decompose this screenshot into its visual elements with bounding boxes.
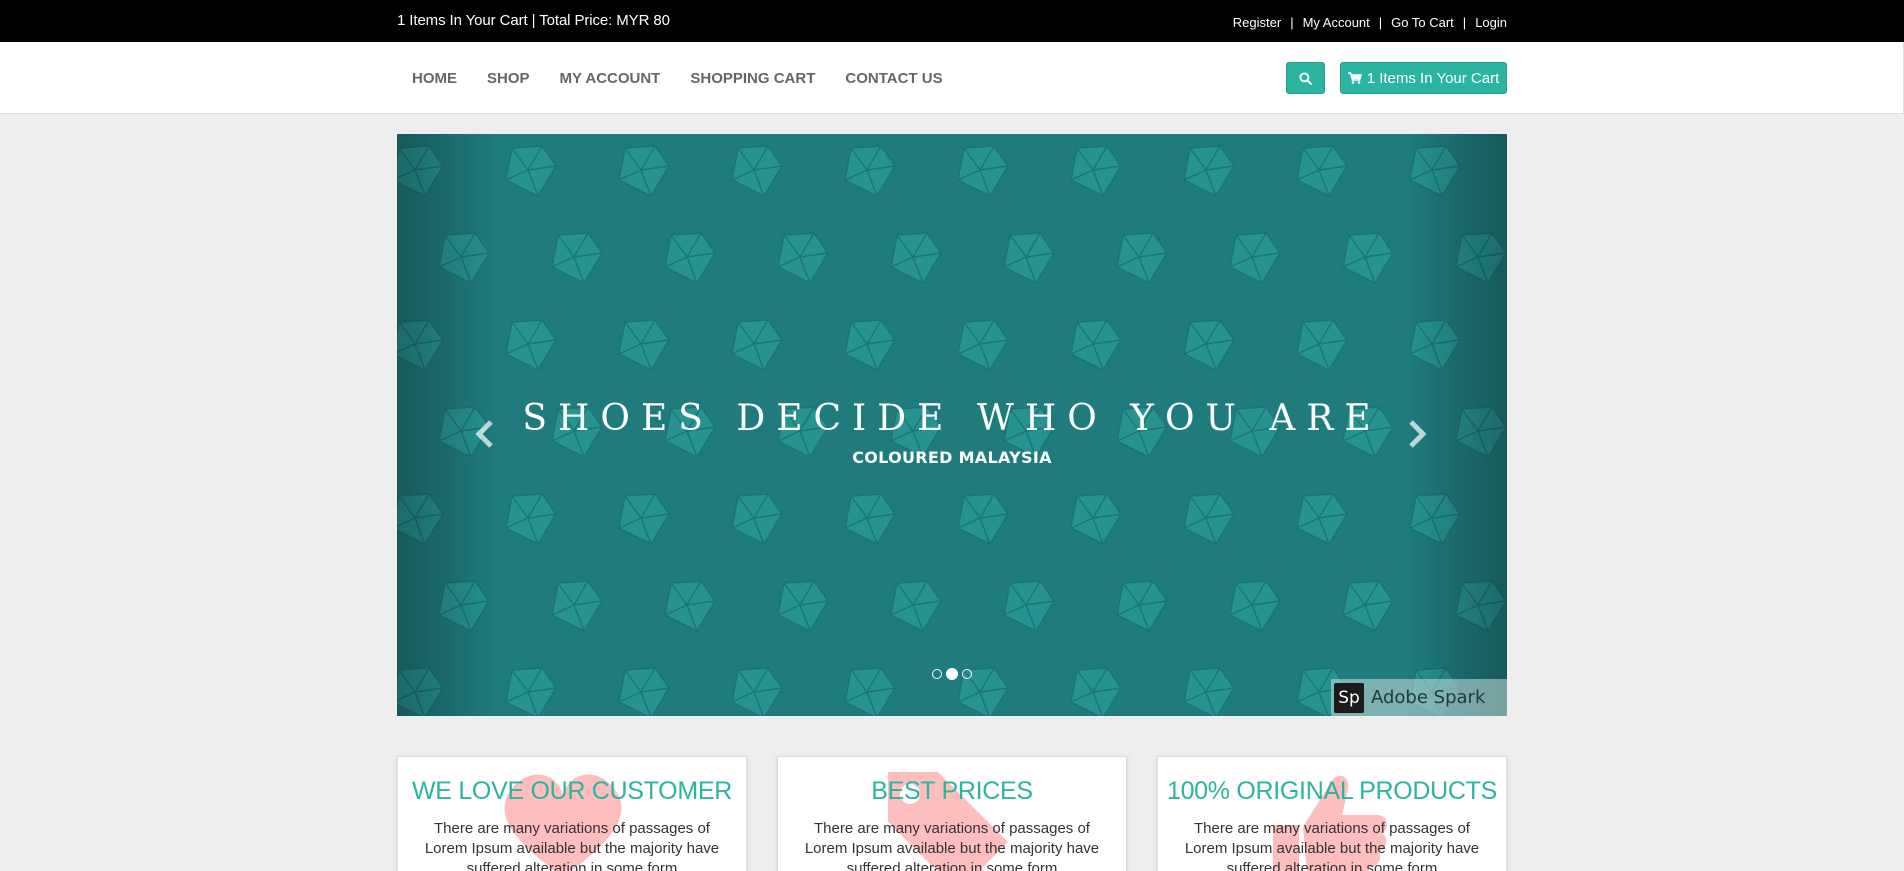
nav-home[interactable]: HOME <box>397 70 472 87</box>
adobe-spark-watermark: Sp Adobe Spark <box>1331 679 1507 716</box>
feature-card-original: 100% ORIGINAL PRODUCTS There are many va… <box>1157 756 1507 871</box>
search-icon <box>1299 71 1312 85</box>
search-button[interactable] <box>1286 62 1325 94</box>
login-link[interactable]: Login <box>1475 15 1507 30</box>
separator: | <box>1378 15 1383 30</box>
cart-summary: 1 Items In Your Cart | Total Price: MYR … <box>397 12 670 29</box>
carousel-headline: SHOES DECIDE WHO YOU ARE <box>522 398 1382 439</box>
nav-shop[interactable]: SHOP <box>472 70 545 87</box>
separator: | <box>1290 15 1294 30</box>
carousel-subline: COLOURED MALAYSIA <box>852 448 1052 467</box>
feature-text: There are many variations of passages of… <box>804 820 1100 871</box>
carousel-indicator-1[interactable] <box>932 669 942 679</box>
cart-button-label: 1 Items In Your Cart <box>1366 69 1500 87</box>
main-navbar: HOME SHOP MY ACCOUNT SHOPPING CART CONTA… <box>0 42 1904 114</box>
separator: | <box>1462 15 1467 30</box>
register-link[interactable]: Register <box>1233 15 1281 30</box>
carousel-next-button[interactable] <box>1397 414 1437 454</box>
main-nav: HOME SHOP MY ACCOUNT SHOPPING CART CONTA… <box>397 42 958 114</box>
feature-title: 100% ORIGINAL PRODUCTS <box>1166 777 1498 805</box>
feature-text: There are many variations of passages of… <box>424 820 720 871</box>
top-links: Register | My Account | Go To Cart | Log… <box>1233 15 1507 30</box>
carousel-indicator-2[interactable] <box>946 668 958 680</box>
hero-carousel: SHOES DECIDE WHO YOU ARE COLOURED MALAYS… <box>397 134 1507 716</box>
go-to-cart-link[interactable]: Go To Cart <box>1391 15 1454 30</box>
adobe-spark-text: Adobe Spark <box>1371 687 1486 708</box>
nav-shopping-cart[interactable]: SHOPPING CART <box>675 70 830 87</box>
shopping-cart-icon <box>1347 72 1362 84</box>
nav-contact-us[interactable]: CONTACT US <box>830 70 957 87</box>
chevron-right-icon <box>1409 420 1427 448</box>
carousel-prev-button[interactable] <box>465 414 505 454</box>
feature-title: BEST PRICES <box>871 777 1033 805</box>
feature-title: WE LOVE OUR CUSTOMER <box>412 777 732 805</box>
feature-text: There are many variations of passages of… <box>1184 820 1480 871</box>
top-bar: 1 Items In Your Cart | Total Price: MYR … <box>0 0 1904 42</box>
feature-card-prices: BEST PRICES There are many variations of… <box>777 756 1127 871</box>
chevron-left-icon <box>475 420 493 448</box>
feature-card-customer: WE LOVE OUR CUSTOMER There are many vari… <box>397 756 747 871</box>
adobe-spark-logo: Sp <box>1334 682 1364 713</box>
my-account-link[interactable]: My Account <box>1303 15 1370 30</box>
cart-button[interactable]: 1 Items In Your Cart <box>1340 62 1507 94</box>
carousel-indicator-3[interactable] <box>962 669 972 679</box>
nav-my-account[interactable]: MY ACCOUNT <box>545 70 676 87</box>
